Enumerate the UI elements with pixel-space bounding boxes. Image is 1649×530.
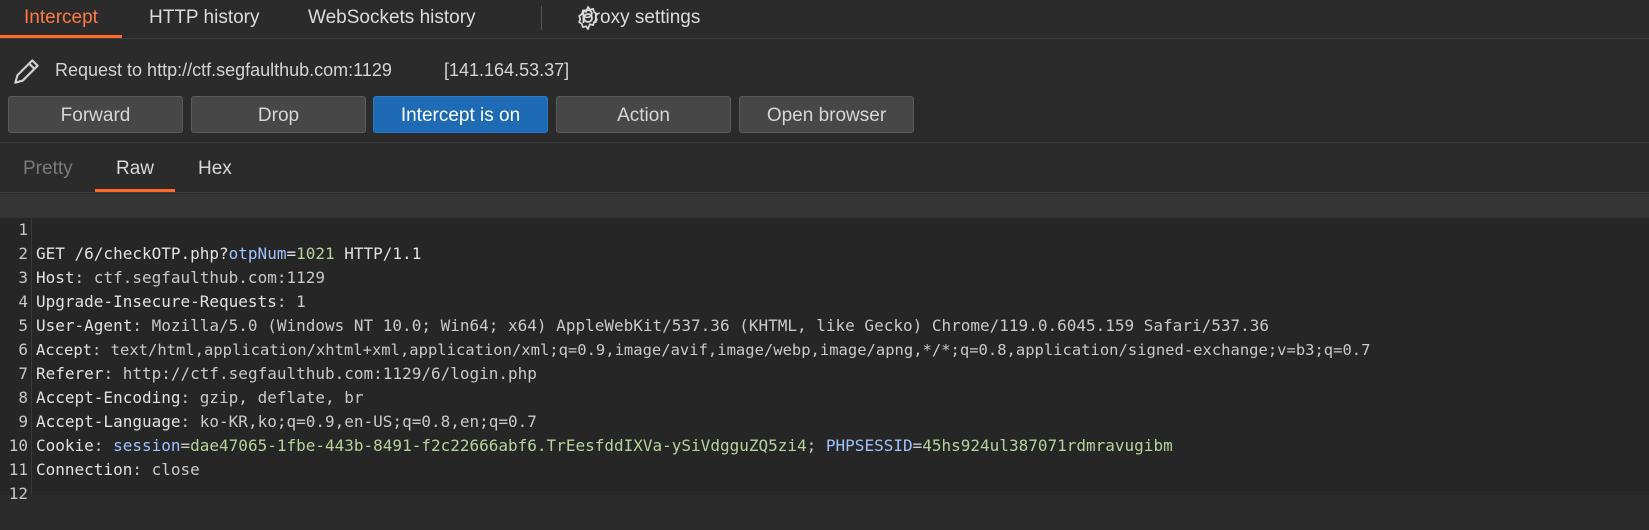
tab-pretty[interactable]: Pretty (23, 158, 73, 189)
pencil-icon[interactable] (10, 54, 44, 88)
forward-button[interactable]: Forward (8, 96, 183, 133)
tab-proxy-settings[interactable]: Proxy settings (581, 0, 700, 36)
tab-http-history[interactable]: HTTP history (149, 0, 260, 36)
editor-line: 2 Host: ctf.segfaulthub.com:1129 (0, 218, 1649, 287)
editor-line: 4 User-Agent: Mozilla/5.0 (Windows NT 10… (0, 266, 1649, 335)
line-number: 12 (8, 484, 28, 503)
editor-line: 3 Upgrade-Insecure-Requests: 1 (0, 242, 1649, 311)
editor-line: 8 Accept-Language: ko-KR,ko;q=0.9,en-US;… (0, 362, 1649, 431)
editor-line: 10 Connection: close (0, 410, 1649, 479)
tab-hex[interactable]: Hex (198, 158, 232, 189)
action-button[interactable]: Action (556, 96, 731, 133)
editor-line: 5 Accept: text/html,application/xhtml+xm… (0, 290, 1649, 359)
tab-separator (541, 6, 542, 30)
tab-intercept[interactable]: Intercept (0, 0, 122, 38)
editor-line: 7 Accept-Encoding: gzip, deflate, br (0, 338, 1649, 407)
open-browser-button[interactable]: Open browser (739, 96, 914, 133)
request-url: Request to http://ctf.segfaulthub.com:11… (55, 60, 392, 80)
tab-raw[interactable]: Raw (95, 158, 175, 192)
proxy-tabs: Intercept HTTP history WebSockets histor… (0, 0, 1649, 39)
tab-websockets-history[interactable]: WebSockets history (308, 0, 476, 36)
intercept-toggle-button[interactable]: Intercept is on (373, 96, 548, 133)
drop-button[interactable]: Drop (191, 96, 366, 133)
raw-request-editor[interactable]: 1 GET /6/checkOTP.php?otpNum=1021 HTTP/1… (0, 194, 1649, 503)
request-target: Request to http://ctf.segfaulthub.com:11… (0, 52, 1649, 88)
editor-line: 1 GET /6/checkOTP.php?otpNum=1021 HTTP/1… (0, 194, 1649, 263)
editor-line: 12 (0, 458, 1649, 503)
editor-line: 11 (0, 434, 1649, 479)
request-ip: [141.164.53.37] (444, 60, 570, 80)
toolbar-divider (0, 142, 1649, 143)
editor-line: 9 Cookie: session=dae47065-1fbe-443b-849… (0, 386, 1649, 455)
proxy-settings-label: Proxy settings (581, 7, 701, 28)
editor-line: 6 Referer: http://ctf.segfaulthub.com:11… (0, 314, 1649, 383)
message-view-tabs: Pretty Raw Hex (0, 150, 1649, 193)
